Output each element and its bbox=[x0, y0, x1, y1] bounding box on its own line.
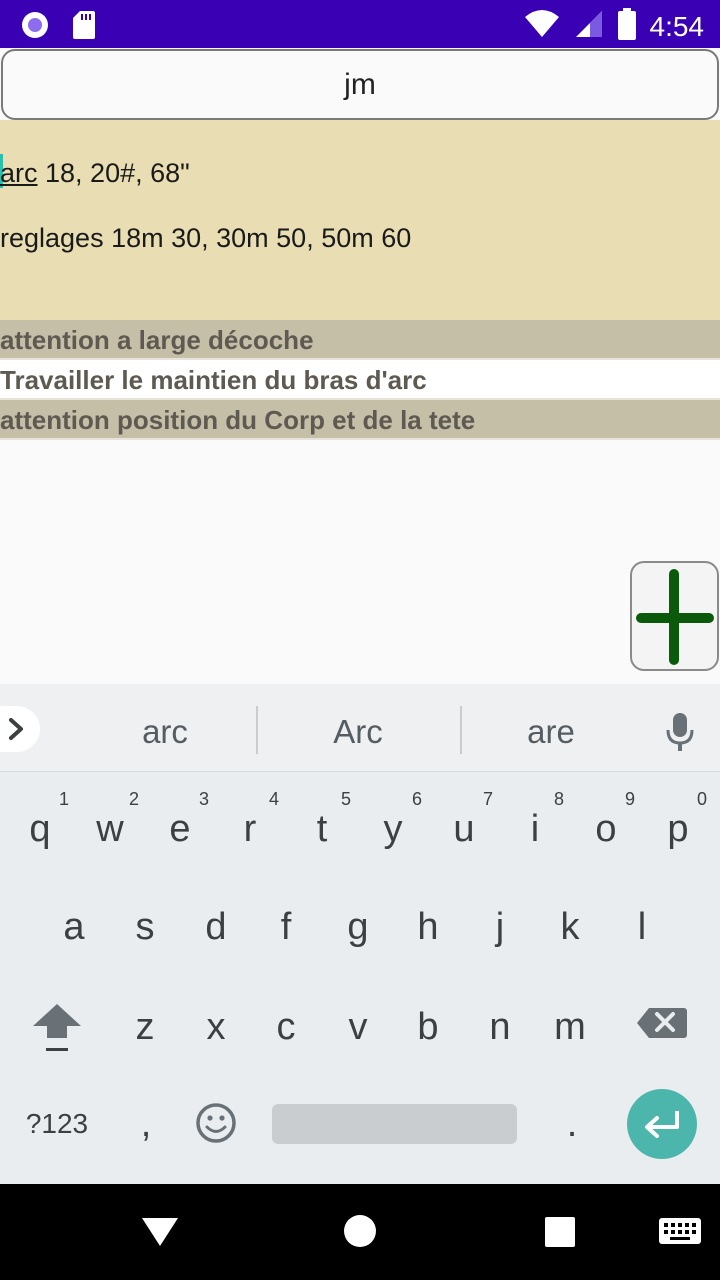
key-a[interactable]: a bbox=[39, 882, 109, 972]
period-key[interactable]: . bbox=[537, 1079, 607, 1169]
enter-icon bbox=[645, 1111, 679, 1138]
key-b[interactable]: b bbox=[393, 982, 463, 1072]
soft-keyboard: arc Arc are q1 w2 e3 r4 t5 y6 u7 i8 o9 p… bbox=[0, 684, 720, 1184]
key-r[interactable]: r4 bbox=[215, 784, 285, 874]
notification-dot-icon bbox=[20, 10, 50, 45]
microphone-icon[interactable] bbox=[664, 712, 696, 757]
battery-icon bbox=[617, 8, 636, 45]
back-icon[interactable] bbox=[140, 1214, 180, 1255]
key-t[interactable]: t5 bbox=[287, 784, 357, 874]
suggestion-1[interactable]: arc bbox=[75, 684, 255, 772]
comma-key[interactable]: , bbox=[111, 1079, 181, 1169]
key-i[interactable]: i8 bbox=[500, 784, 570, 874]
title-input-value: jm bbox=[344, 67, 376, 101]
backspace-icon bbox=[637, 1008, 687, 1038]
symbols-key[interactable]: ?123 bbox=[15, 1079, 99, 1169]
status-bar: 4:54 bbox=[0, 0, 720, 48]
key-p[interactable]: p0 bbox=[643, 784, 713, 874]
emoji-key[interactable] bbox=[181, 1079, 251, 1169]
notes-line-2: reglages 18m 30, 30m 50, 50m 60 bbox=[0, 223, 412, 253]
suggestion-strip: arc Arc are bbox=[0, 684, 720, 772]
home-icon[interactable] bbox=[343, 1214, 377, 1253]
key-j[interactable]: j bbox=[465, 882, 535, 972]
list-item[interactable]: attention a large décoche bbox=[0, 320, 720, 360]
key-m[interactable]: m bbox=[535, 982, 605, 1072]
key-l[interactable]: l bbox=[607, 882, 677, 972]
navigation-bar bbox=[0, 1184, 720, 1280]
key-v[interactable]: v bbox=[323, 982, 393, 1072]
sd-card-icon bbox=[72, 10, 96, 45]
key-n[interactable]: n bbox=[465, 982, 535, 1072]
backspace-key[interactable] bbox=[627, 982, 697, 1072]
key-u[interactable]: u7 bbox=[429, 784, 499, 874]
key-h[interactable]: h bbox=[393, 882, 463, 972]
emoji-icon bbox=[196, 1103, 236, 1143]
space-bar[interactable] bbox=[272, 1104, 517, 1144]
key-q[interactable]: q1 bbox=[5, 784, 75, 874]
chevron-right-icon bbox=[9, 718, 23, 740]
key-x[interactable]: x bbox=[181, 982, 251, 1072]
key-o[interactable]: o9 bbox=[571, 784, 641, 874]
key-c[interactable]: c bbox=[251, 982, 321, 1072]
key-z[interactable]: z bbox=[110, 982, 180, 1072]
composing-word: arc bbox=[0, 158, 38, 188]
suggestion-3[interactable]: are bbox=[461, 684, 641, 772]
enter-key[interactable] bbox=[627, 1089, 697, 1159]
key-e[interactable]: e3 bbox=[145, 784, 215, 874]
suggestion-2[interactable]: Arc bbox=[268, 684, 448, 772]
title-input[interactable]: jm bbox=[1, 49, 719, 120]
key-d[interactable]: d bbox=[181, 882, 251, 972]
list-item[interactable]: Travailler le maintien du bras d'arc bbox=[0, 360, 720, 400]
recents-icon[interactable] bbox=[544, 1216, 576, 1253]
key-g[interactable]: g bbox=[323, 882, 393, 972]
notes-line-1: arc 18, 20#, 68" bbox=[0, 154, 720, 220]
signal-icon bbox=[574, 9, 604, 44]
notes-textarea[interactable]: arc 18, 20#, 68" reglages 18m 30, 30m 50… bbox=[0, 120, 720, 320]
key-k[interactable]: k bbox=[535, 882, 605, 972]
key-s[interactable]: s bbox=[110, 882, 180, 972]
shift-icon bbox=[33, 1004, 81, 1051]
expand-suggestions-button[interactable] bbox=[0, 706, 40, 752]
suggestion-divider bbox=[256, 706, 258, 754]
wifi-icon bbox=[524, 9, 560, 44]
remarks-list: attention a large décoche Travailler le … bbox=[0, 320, 720, 440]
key-y[interactable]: y6 bbox=[358, 784, 428, 874]
keyboard-icon[interactable] bbox=[658, 1216, 702, 1255]
plus-icon bbox=[636, 569, 714, 665]
key-f[interactable]: f bbox=[251, 882, 321, 972]
key-w[interactable]: w2 bbox=[75, 784, 145, 874]
shift-key[interactable] bbox=[22, 982, 92, 1072]
clock: 4:54 bbox=[649, 10, 705, 42]
list-item[interactable]: attention position du Corp et de la tete bbox=[0, 400, 720, 440]
notes-line-1-text: 18, 20#, 68" bbox=[37, 158, 190, 188]
add-button[interactable] bbox=[630, 561, 719, 671]
